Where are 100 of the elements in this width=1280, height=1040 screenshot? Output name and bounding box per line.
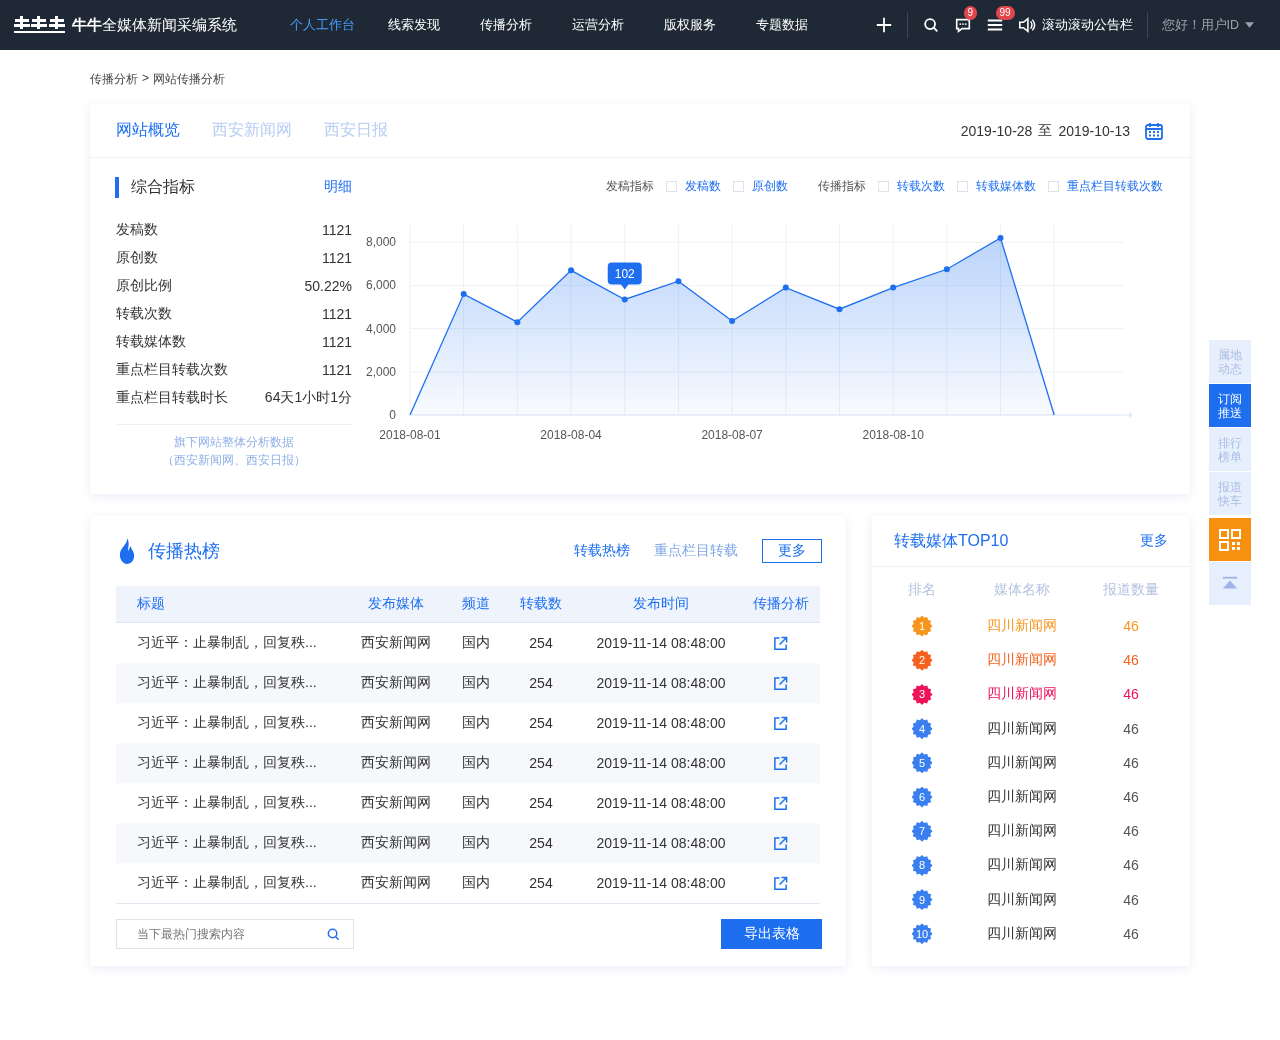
breadcrumb-link[interactable]: 传播分析 — [90, 71, 138, 88]
app-title: 牛牛全媒体新闻采编系统 — [72, 15, 237, 35]
list-tab[interactable]: 转载热榜 — [574, 542, 630, 560]
list-tab[interactable]: 重点栏目转载 — [654, 542, 738, 560]
logo-icon — [14, 15, 66, 35]
external-link-icon[interactable] — [773, 716, 788, 732]
y-axis-label: 0 — [389, 408, 396, 422]
table-cell-text: 254 — [528, 875, 554, 891]
table-cell[interactable]: 习近平：止暴制乱，回复秩... — [116, 634, 341, 652]
data-point[interactable] — [514, 319, 521, 326]
table-cell[interactable]: 习近平：止暴制乱，回复秩... — [116, 754, 341, 772]
data-point[interactable] — [621, 296, 628, 303]
metric-label: 重点栏目转载时长 — [116, 389, 228, 407]
rank-badge: 10 — [911, 923, 933, 945]
site-tab[interactable]: 网站概览 — [116, 120, 180, 141]
more-link[interactable]: 更多 — [1140, 532, 1168, 550]
export-button[interactable]: 导出表格 — [721, 919, 822, 949]
data-point[interactable] — [460, 291, 467, 298]
external-link-icon[interactable] — [773, 636, 788, 652]
media-name: 四川新闻网 — [986, 856, 1058, 875]
nav-tab[interactable]: 线索发现 — [368, 16, 460, 34]
x-axis-label: 2018-08-01 — [379, 428, 441, 442]
breadcrumb-current: 网站传播分析 — [153, 71, 225, 88]
table-cell[interactable]: 习近平：止暴制乱，回复秩... — [116, 794, 341, 812]
table-cell[interactable]: 习近平：止暴制乱，回复秩... — [116, 874, 341, 892]
legend-checkbox[interactable]: 转载次数 — [878, 178, 945, 195]
column-header: 标题 — [136, 595, 166, 613]
legend-checkbox[interactable]: 原创数 — [733, 178, 788, 195]
data-point[interactable] — [997, 234, 1004, 241]
x-axis-label: 2018-08-10 — [862, 428, 924, 442]
data-point[interactable] — [782, 284, 789, 291]
table-cell-text: 2019-11-14 08:48:00 — [595, 835, 727, 851]
data-point[interactable] — [943, 266, 950, 273]
data-point[interactable] — [675, 278, 682, 285]
rank-badge: 2 — [911, 649, 933, 671]
external-link-icon[interactable] — [773, 836, 788, 852]
rank-badge: 5 — [911, 752, 933, 774]
media-name: 四川新闻网 — [986, 719, 1058, 738]
legend-checkbox[interactable]: 重点栏目转载次数 — [1048, 178, 1163, 195]
media-name: 四川新闻网 — [986, 617, 1058, 636]
user-menu[interactable]: 您好！用户ID — [1161, 16, 1239, 34]
metric-value: 1121 — [321, 306, 352, 322]
report-count: 46 — [1122, 652, 1140, 669]
media-name: 四川新闻网 — [986, 685, 1058, 704]
metric-label: 发稿数 — [116, 221, 158, 239]
search-field[interactable]: 当下最热门搜索内容 — [116, 919, 354, 949]
data-point[interactable] — [836, 306, 843, 313]
speaker-icon[interactable] — [1017, 16, 1036, 34]
x-axis-label: 2018-08-04 — [540, 428, 602, 442]
nav-tab[interactable]: 个人工作台 — [276, 16, 368, 34]
data-point[interactable] — [890, 284, 897, 291]
table-cell-text: 国内 — [461, 794, 491, 812]
data-point[interactable] — [568, 267, 575, 274]
calendar-icon[interactable] — [1144, 120, 1164, 141]
end-date[interactable]: 2019-10-13 — [1058, 122, 1130, 139]
report-count: 46 — [1122, 857, 1140, 874]
nav-tab[interactable]: 传播分析 — [460, 16, 552, 34]
search-icon[interactable] — [921, 16, 940, 34]
more-button[interactable]: 更多 — [762, 539, 822, 563]
table-cell-text: 西安新闻网 — [360, 754, 432, 772]
caret-icon[interactable] — [1245, 22, 1254, 28]
detail-link[interactable]: 明细 — [324, 178, 352, 196]
media-name: 四川新闻网 — [986, 890, 1058, 909]
external-link-icon[interactable] — [773, 876, 788, 892]
chat-icon[interactable] — [953, 16, 972, 34]
nav-tab[interactable]: 专题数据 — [736, 16, 828, 34]
legend-checkbox[interactable]: 发稿数 — [666, 178, 721, 195]
report-count: 46 — [1122, 891, 1140, 908]
qr-code-icon — [1218, 527, 1242, 552]
y-axis-label: 2,000 — [365, 364, 396, 379]
y-axis-label: 8,000 — [365, 235, 396, 250]
legend-checkbox[interactable]: 转载媒体数 — [957, 178, 1036, 195]
table-cell-text: 2019-11-14 08:48:00 — [595, 755, 727, 771]
nav-tab[interactable]: 运营分析 — [552, 16, 644, 34]
report-count: 46 — [1122, 823, 1140, 840]
column-header: 发布媒体 — [367, 595, 425, 613]
metric-value: 50.22% — [304, 278, 352, 294]
start-date[interactable]: 2019-10-28 — [960, 122, 1033, 139]
nav-tab[interactable]: 版权服务 — [644, 16, 736, 34]
report-count: 46 — [1122, 754, 1140, 771]
table-cell[interactable]: 习近平：止暴制乱，回复秩... — [116, 834, 341, 852]
table-cell[interactable]: 习近平：止暴制乱，回复秩... — [116, 674, 341, 692]
metric-label: 原创数 — [116, 249, 158, 267]
report-count: 46 — [1122, 686, 1140, 703]
table-cell-text: 国内 — [461, 874, 491, 892]
table-cell[interactable]: 习近平：止暴制乱，回复秩... — [116, 714, 341, 732]
side-tool-button[interactable]: 订阅推送 — [1209, 384, 1251, 427]
plus-icon[interactable] — [874, 16, 893, 34]
external-link-icon[interactable] — [773, 756, 788, 772]
table-cell-text: 2019-11-14 08:48:00 — [595, 675, 727, 691]
qr-code-button[interactable] — [1209, 518, 1251, 561]
external-link-icon[interactable] — [773, 796, 788, 812]
data-point[interactable] — [729, 318, 736, 325]
external-link-icon[interactable] — [773, 676, 788, 692]
legend-group-label: 发稿指标 — [606, 178, 654, 195]
metric-value: 1121 — [321, 362, 352, 378]
metric-value: 64天1小时1分 — [264, 389, 352, 407]
x-axis-label: 2018-08-07 — [701, 428, 763, 442]
announcement-text[interactable]: 滚动滚动公告栏 — [1041, 16, 1133, 34]
rank-badge: 7 — [911, 820, 933, 842]
